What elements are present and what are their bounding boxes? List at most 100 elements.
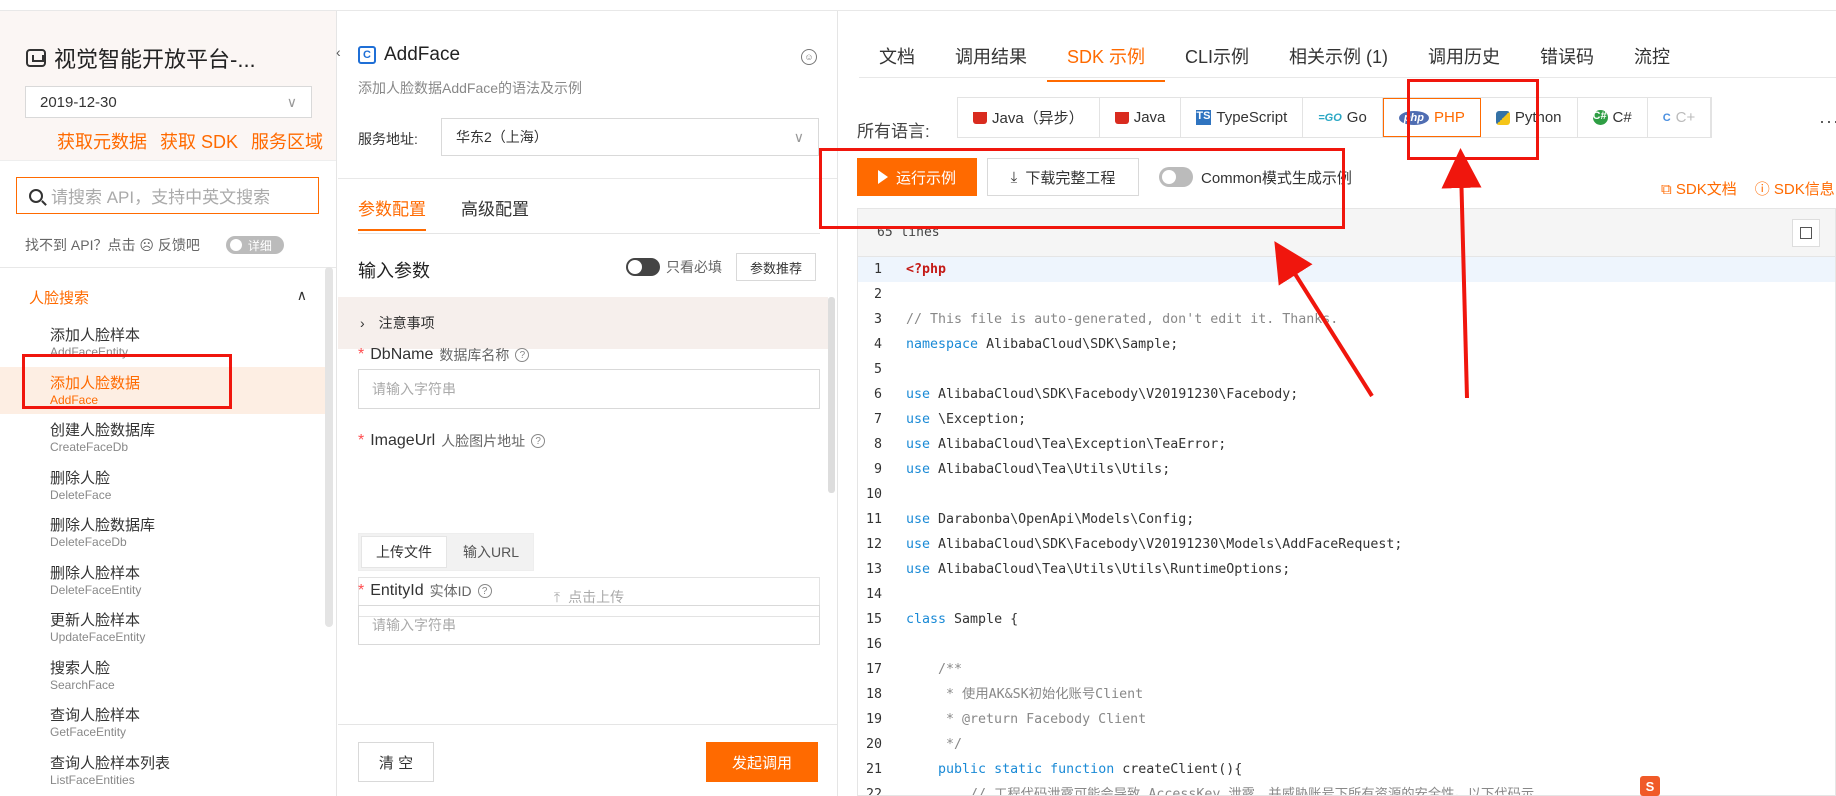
field-imageurl-label: * ImageUrl 人脸图片地址 ? <box>358 431 546 451</box>
code-viewer: 65 lines 1 <?php 2 3// This file is auto-ge… <box>857 208 1836 796</box>
code-line: 21 public static function createClient()… <box>858 757 1835 782</box>
code-text: // 工程代码泄露可能会导致 AccessKey 泄露，并威胁账号下所有资源的安… <box>906 787 1535 796</box>
line-number: 14 <box>865 587 882 602</box>
code-line: 1 <?php <box>858 257 1835 282</box>
service-endpoint-select[interactable]: 华东2（上海） ∨ <box>441 118 819 156</box>
code-text: use \Exception; <box>906 412 1027 427</box>
lang-java[interactable]: Java <box>1100 98 1182 137</box>
search-icon <box>29 188 43 203</box>
feedback-smile-icon[interactable]: ☺ <box>801 49 817 65</box>
feedback-link[interactable]: 找不到 API？点击 ☹ 反馈吧 <box>25 235 200 255</box>
sidebar-item-createfacedb[interactable]: 创建人脸数据库 CreateFaceDb <box>0 414 325 462</box>
api-title: C AddFace <box>358 44 460 66</box>
api-icon: C <box>358 46 376 64</box>
divider <box>859 77 1836 78</box>
line-number: 13 <box>865 562 882 577</box>
sidebar-item-searchface[interactable]: 搜索人脸 SearchFace <box>0 652 325 700</box>
floating-badge-icon[interactable]: S <box>1640 776 1660 796</box>
sidebar-item-deleteface[interactable]: 删除人脸 DeleteFace <box>0 462 325 510</box>
tab-param-config[interactable]: 参数配置 <box>358 189 426 231</box>
input-params-title: 输入参数 <box>358 261 430 281</box>
code-line: 4 namespace AlibabaCloud\SDK\Sample; <box>858 332 1835 357</box>
code-text: public static function createClient(){ <box>938 762 1243 777</box>
cpp-icon: C <box>1662 111 1671 124</box>
line-number: 8 <box>873 437 882 452</box>
sidebar-item-deletefacedb[interactable]: 删除人脸数据库 DeleteFaceDb <box>0 509 325 557</box>
line-number: 17 <box>865 662 882 677</box>
line-number: 4 <box>873 337 882 352</box>
lang-cpp[interactable]: C C+ <box>1648 98 1712 137</box>
sidebar-scrollbar[interactable] <box>325 267 333 627</box>
tab-advanced-config[interactable]: 高级配置 <box>461 189 529 231</box>
typescript-icon: TS <box>1196 110 1212 125</box>
notice-collapse[interactable]: › 注意事项 <box>338 297 828 349</box>
code-line: 6 use AlibabaCloud\SDK\Facebody\V20191230… <box>858 382 1835 407</box>
sidebar-item-listfaceentities[interactable]: 查询人脸样本列表 ListFaceEntities <box>0 747 325 795</box>
code-line: 10 <box>858 482 1835 507</box>
line-number: 5 <box>873 362 882 377</box>
go-icon: =GO <box>1318 111 1342 124</box>
line-number: 10 <box>865 487 882 502</box>
api-search-input[interactable]: 请搜索 API，支持中英文搜索 <box>16 177 319 214</box>
divider <box>0 267 336 268</box>
sidebar-item-deletefaceentity[interactable]: 删除人脸样本 DeleteFaceEntity <box>0 557 325 605</box>
clear-button[interactable]: 清 空 <box>358 742 434 782</box>
lang-typescript[interactable]: TS TypeScript <box>1181 98 1304 137</box>
sdk-links: ⧉ SDK文档 ⓘ SDK信息 <box>1661 178 1835 199</box>
entityid-input[interactable]: 请输入字符串 <box>358 605 820 645</box>
lang-java-async[interactable]: Java（异步） <box>958 98 1100 137</box>
chevron-up-icon: ∧ <box>296 287 307 303</box>
help-icon[interactable]: ? <box>515 348 530 362</box>
code-text: use AlibabaCloud\SDK\Facebody\V20191230\… <box>906 387 1299 402</box>
product-icon <box>26 49 46 67</box>
lang-csharp[interactable]: C# C# <box>1578 98 1648 137</box>
category-face-search[interactable]: 人脸搜索 ∧ <box>29 287 307 308</box>
sidebar-header: 视觉智能开放平台-... 2019-12-30 ∨ 获取元数据 获取 SDK 服… <box>0 11 336 161</box>
result-panel: 文档 调用结果 SDK 示例 CLI示例 相关示例 (1) 调用历史 错误码 流… <box>839 11 1836 796</box>
help-icon[interactable]: ? <box>531 434 546 448</box>
sdk-info-link[interactable]: ⓘ SDK信息 <box>1755 178 1835 199</box>
invoke-button[interactable]: 发起调用 <box>706 742 818 782</box>
code-text: use AlibabaCloud\Tea\Utils\Utils\Runtime… <box>906 562 1291 577</box>
lang-go[interactable]: =GO Go <box>1303 98 1383 137</box>
top-bar <box>0 0 1836 11</box>
dbname-input[interactable]: 请输入字符串 <box>358 369 820 409</box>
field-dbname-label: * DbName 数据库名称 ? <box>358 345 530 365</box>
code-line: 15 class Sample { <box>858 607 1835 632</box>
get-metadata-link[interactable]: 获取元数据 <box>57 128 147 154</box>
param-recommend-button[interactable]: 参数推荐 <box>736 253 816 281</box>
tab-input-url[interactable]: 输入URL <box>449 534 533 570</box>
detail-toggle[interactable]: 详细 <box>225 236 284 254</box>
code-text: use Darabonba\OpenApi\Models\Config; <box>906 512 1195 527</box>
code-line: 17 /** <box>858 657 1835 682</box>
divider <box>338 178 837 179</box>
annotation-box-addface <box>22 354 232 409</box>
line-number: 15 <box>865 612 882 627</box>
line-number: 20 <box>865 737 882 752</box>
toggle-switch[interactable] <box>626 258 660 276</box>
sidebar-item-updatefaceentity[interactable]: 更新人脸样本 UpdateFaceEntity <box>0 604 325 652</box>
code-text: /** <box>906 662 963 677</box>
collapse-sidebar-icon[interactable]: ‹ <box>336 44 350 70</box>
copy-icon[interactable] <box>1792 219 1820 247</box>
service-region-link[interactable]: 服务区域 <box>251 128 323 154</box>
more-languages-button[interactable]: ··· <box>1819 111 1836 132</box>
line-number: 9 <box>873 462 882 477</box>
code-line: 20 */ <box>858 732 1835 757</box>
param-scrollbar[interactable] <box>828 297 835 493</box>
tab-upload-file[interactable]: 上传文件 <box>361 536 447 568</box>
java-icon <box>973 111 987 124</box>
code-line: 16 <box>858 632 1835 657</box>
only-required-toggle[interactable]: 只看必填 <box>626 257 722 277</box>
version-select[interactable]: 2019-12-30 ∨ <box>25 86 312 118</box>
code-text: use AlibabaCloud\Tea\Utils\Utils; <box>906 462 1171 477</box>
line-number: 19 <box>865 712 882 727</box>
sidebar-item-getfaceentity[interactable]: 查询人脸样本 GetFaceEntity <box>0 699 325 747</box>
sdk-doc-link[interactable]: ⧉ SDK文档 <box>1661 178 1737 199</box>
code-text: <?php <box>906 262 947 277</box>
code-line: 12 use AlibabaCloud\SDK\Facebody\V2019123… <box>858 532 1835 557</box>
code-text: */ <box>906 737 963 752</box>
get-sdk-link[interactable]: 获取 SDK <box>160 128 238 154</box>
help-icon[interactable]: ? <box>477 584 492 598</box>
line-number: 1 <box>873 262 882 277</box>
